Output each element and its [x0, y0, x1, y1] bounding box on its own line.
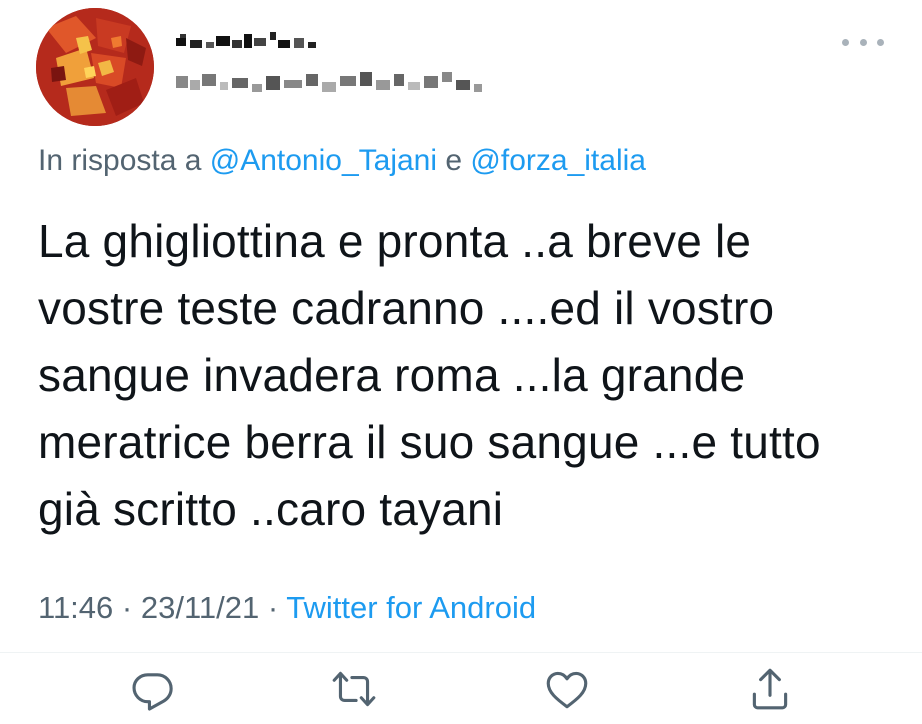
tweet-text-line: sangue invadera roma ...la grande	[38, 349, 746, 401]
handle-censored[interactable]	[176, 68, 486, 98]
retweet-icon	[332, 671, 376, 707]
tweet-source[interactable]: Twitter for Android	[286, 590, 536, 625]
tweet: In risposta a @Antonio_Tajani e @forza_i…	[0, 0, 922, 724]
tweet-date[interactable]: 23/11/21	[141, 590, 259, 625]
like-button[interactable]	[542, 664, 592, 714]
meta-separator: ·	[267, 590, 279, 625]
tweet-text: La ghigliottina e pronta ..a breve le vo…	[38, 208, 898, 543]
retweet-button[interactable]	[329, 664, 379, 714]
more-dots-icon[interactable]	[842, 32, 884, 52]
tweet-text-line: La ghigliottina e pronta ..a breve le	[38, 215, 752, 267]
reply-bubble-icon	[132, 673, 173, 711]
dot	[842, 38, 849, 46]
tweet-time[interactable]: 11:46	[38, 590, 113, 625]
author-block[interactable]	[176, 30, 486, 98]
meta-separator: ·	[121, 590, 133, 625]
pixelated-avatar-image	[36, 8, 154, 126]
share-icon	[752, 668, 788, 710]
avatar[interactable]	[36, 8, 154, 126]
mention-antonio-tajani[interactable]: @Antonio_Tajani	[210, 144, 437, 177]
dot	[859, 38, 867, 46]
reply-conjunction: e	[445, 144, 463, 177]
tweet-meta: 11:46 · 23/11/21 · Twitter for Android	[38, 590, 536, 626]
mention-forza-italia[interactable]: @forza_italia	[470, 144, 646, 177]
action-bar	[0, 664, 922, 714]
tweet-text-line: meratrice berra il suo sangue ...e tutto	[38, 416, 821, 468]
divider	[0, 652, 922, 653]
reply-context: In risposta a @Antonio_Tajani e @forza_i…	[38, 144, 646, 178]
tweet-text-line: già scritto ..caro tayani	[38, 483, 504, 535]
tweet-text-line: vostre teste cadranno ....ed il vostro	[38, 282, 775, 334]
heart-icon	[546, 671, 588, 709]
share-button[interactable]	[745, 664, 795, 714]
display-name-censored[interactable]	[176, 30, 486, 56]
reply-prefix: In risposta a	[38, 144, 202, 177]
dot	[877, 38, 884, 46]
reply-button[interactable]	[128, 664, 178, 714]
